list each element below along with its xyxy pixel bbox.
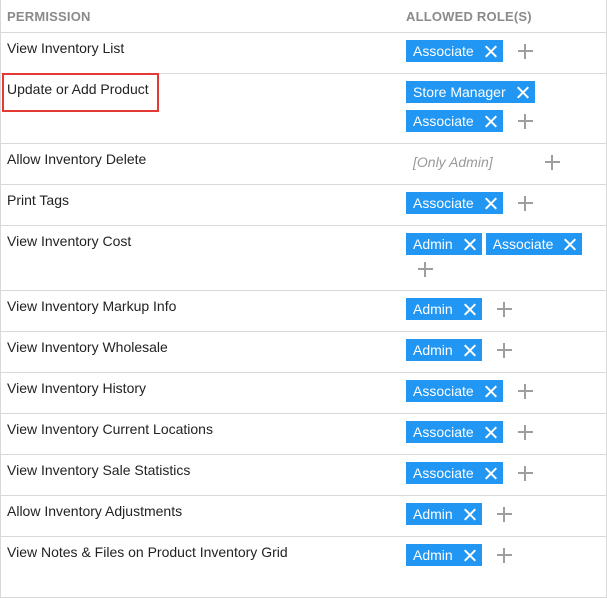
allowed-roles-column-header: ALLOWED ROLE(S) [406,9,532,24]
role-chip: Admin [406,298,482,320]
roles-cell: Associate [406,380,596,402]
role-chip: Associate [406,192,503,214]
role-chip-label: Store Manager [413,84,506,100]
plus-icon[interactable] [496,506,512,522]
table-row: View Inventory Sale Statistics Associate [1,455,606,496]
close-icon[interactable] [463,344,476,357]
table-row: View Notes & Files on Product Inventory … [1,537,606,578]
roles-cell: Admin [406,339,596,361]
roles-cell: [Only Admin] [406,151,596,173]
roles-cell: Admin Associate [406,233,591,277]
plus-icon[interactable] [517,465,533,481]
role-chip-label: Associate [413,113,474,129]
permission-label: View Notes & Files on Product Inventory … [7,544,288,560]
permission-label: Allow Inventory Delete [7,151,147,167]
plus-icon[interactable] [418,262,433,277]
role-chip: Admin [406,544,482,566]
roles-cell: Admin [406,544,596,566]
close-icon[interactable] [484,197,497,210]
roles-cell: Associate [406,40,596,62]
permission-label: View Inventory Markup Info [7,298,177,314]
permission-label: Update or Add Product [7,81,149,97]
close-icon[interactable] [463,303,476,316]
table-row: Print Tags Associate [1,185,606,226]
role-chip-label: Admin [413,301,453,317]
role-chip-label: Associate [413,195,474,211]
role-chip-label: Associate [413,383,474,399]
role-chip-label: Admin [413,506,453,522]
permission-label: View Inventory Cost [7,233,132,249]
close-icon[interactable] [563,238,576,251]
role-chip-label: Admin [413,547,453,563]
role-chip-label: Associate [413,465,474,481]
table-row: View Inventory Cost Admin Associate [1,226,606,291]
roles-cell: Associate [406,462,596,484]
close-icon[interactable] [484,467,497,480]
plus-icon[interactable] [544,154,560,170]
table-row: Allow Inventory Delete [Only Admin] [1,144,606,185]
permission-label: View Inventory Sale Statistics [7,462,191,478]
permissions-table: PERMISSION ALLOWED ROLE(S) View Inventor… [0,0,607,598]
role-chip: Associate [406,110,503,132]
role-chip: Associate [406,462,503,484]
plus-icon[interactable] [517,113,533,129]
role-chip-label: Admin [413,342,453,358]
permission-label: Allow Inventory Adjustments [7,503,183,519]
table-row: View Inventory History Associate [1,373,606,414]
plus-icon[interactable] [496,547,512,563]
close-icon[interactable] [484,115,497,128]
plus-icon[interactable] [517,43,533,59]
table-header: PERMISSION ALLOWED ROLE(S) [1,0,606,33]
only-admin-note: [Only Admin] [413,154,493,170]
close-icon[interactable] [484,426,497,439]
permission-label: View Inventory Wholesale [7,339,168,355]
close-icon[interactable] [463,549,476,562]
close-icon[interactable] [463,238,476,251]
roles-cell: Admin [406,503,596,525]
close-icon[interactable] [463,508,476,521]
role-chip-label: Associate [413,424,474,440]
close-icon[interactable] [484,45,497,58]
role-chip: Admin [406,503,482,525]
plus-icon[interactable] [517,424,533,440]
permission-label: View Inventory History [7,380,147,396]
permission-label: Print Tags [7,192,69,208]
table-row: View Inventory List Associate [1,33,606,74]
roles-cell: Associate [406,192,596,214]
role-chip-label: Admin [413,236,453,252]
plus-icon[interactable] [496,301,512,317]
roles-cell: Store Manager Associate [406,81,541,132]
table-row: View Inventory Wholesale Admin [1,332,606,373]
role-chip: Associate [406,40,503,62]
table-row: View Inventory Current Locations Associat… [1,414,606,455]
roles-cell: Admin [406,298,596,320]
table-row: Allow Inventory Adjustments Admin [1,496,606,537]
plus-icon[interactable] [517,383,533,399]
table-row: View Inventory Markup Info Admin [1,291,606,332]
role-chip: Associate [406,380,503,402]
role-chip: Associate [406,421,503,443]
table-body: View Inventory List Associate Update or Ad… [1,33,606,578]
table-row: Update or Add Product Store Manager Associ… [1,74,606,144]
permission-label: View Inventory Current Locations [7,421,213,437]
role-chip: Admin [406,339,482,361]
close-icon[interactable] [484,385,497,398]
role-chip: Store Manager [406,81,535,103]
role-chip-label: Associate [492,236,554,252]
role-chip: Associate [485,233,583,255]
plus-icon[interactable] [517,195,533,211]
permission-label: View Inventory List [7,40,125,56]
role-chip-label: Associate [413,43,474,59]
close-icon[interactable] [516,86,529,99]
role-chip: Admin [406,233,482,255]
roles-cell: Associate [406,421,596,443]
plus-icon[interactable] [496,342,512,358]
permission-column-header: PERMISSION [7,9,91,24]
